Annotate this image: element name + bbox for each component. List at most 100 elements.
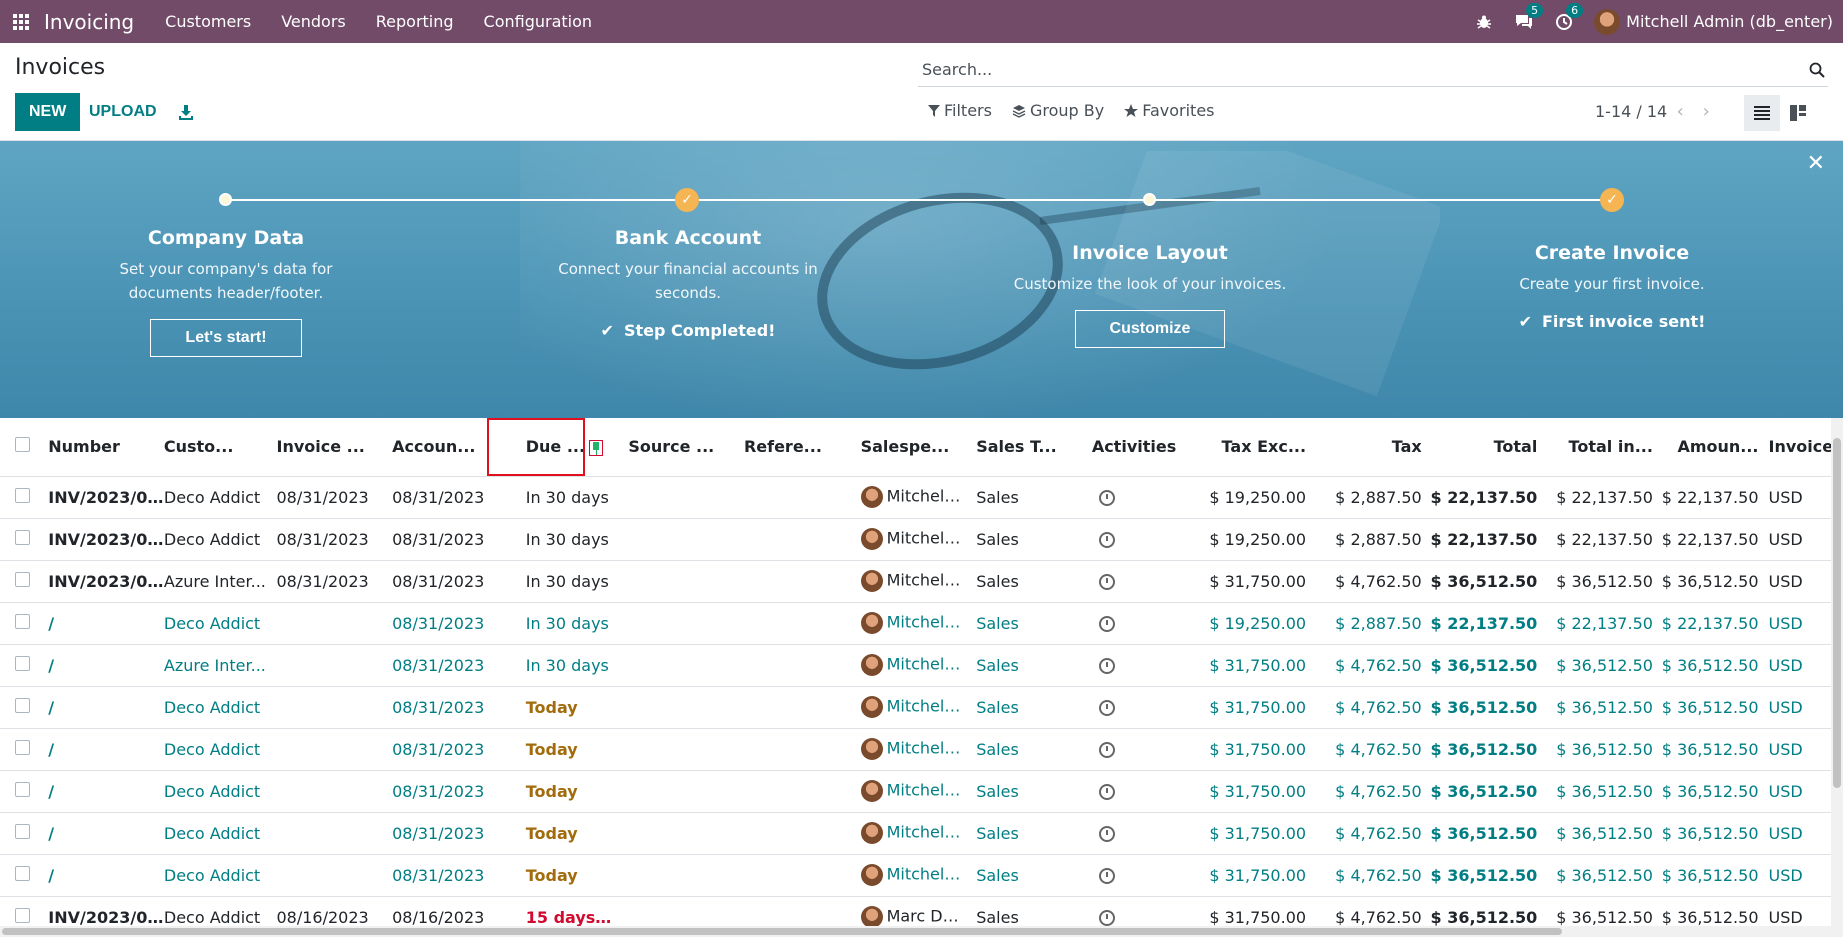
row-checkbox[interactable] xyxy=(15,865,30,881)
user-name: Mitchell Admin (db_enter) xyxy=(1626,12,1833,31)
table-row[interactable]: / Deco Addict 08/31/2023 Today Mitchell... Sa… xyxy=(0,686,1831,729)
activity-clock-icon[interactable] xyxy=(1098,868,1115,884)
column-customer[interactable]: Custo... xyxy=(163,418,277,477)
customize-button[interactable]: Customize xyxy=(1074,310,1226,348)
app-grid-icon[interactable] xyxy=(2,0,40,43)
column-due-date[interactable]: Due ... xyxy=(507,418,617,477)
column-tax[interactable]: Tax xyxy=(1310,418,1426,477)
cell-currency: USD xyxy=(1762,770,1831,813)
invoice-table: Number Custo... Invoice ... Accoun... Du… xyxy=(0,418,1831,926)
group-by-button[interactable]: Group By xyxy=(1012,101,1104,120)
user-menu[interactable]: Mitchell Admin (db_enter) xyxy=(1594,8,1833,35)
pager-next-icon[interactable]: › xyxy=(1693,101,1719,122)
table-row[interactable]: INV/2023/0... Deco Addict 08/16/2023 08/16/… xyxy=(0,896,1831,926)
row-checkbox[interactable] xyxy=(15,697,30,713)
column-tax-excluded[interactable]: Tax Exc... xyxy=(1179,418,1311,477)
pager-value[interactable]: 1-14 / 14 xyxy=(1595,102,1667,121)
activity-clock-icon[interactable] xyxy=(1098,574,1115,590)
activity-clock-icon[interactable] xyxy=(1098,742,1115,758)
activity-clock-icon[interactable] xyxy=(1098,910,1115,926)
cell-total-currency: $ 36,512.50 xyxy=(1541,728,1657,771)
cell-source xyxy=(616,476,732,519)
kanban-view-icon[interactable] xyxy=(1780,95,1816,131)
activity-clock-icon[interactable] xyxy=(1098,490,1115,506)
row-checkbox[interactable] xyxy=(15,571,30,587)
row-checkbox[interactable] xyxy=(15,739,30,755)
column-invoice-currency[interactable]: Invoice ... xyxy=(1762,418,1831,477)
cell-amount-due: $ 36,512.50 xyxy=(1656,812,1763,855)
column-number[interactable]: Number xyxy=(48,418,164,477)
pager-previous-icon[interactable]: ‹ xyxy=(1667,101,1693,122)
row-checkbox[interactable] xyxy=(15,907,30,923)
cell-number: / xyxy=(48,728,164,771)
cell-reference xyxy=(731,476,848,519)
upload-button[interactable]: UPLOAD xyxy=(84,93,162,131)
select-all-checkbox[interactable] xyxy=(15,437,30,453)
cell-salesperson: Mitchell... xyxy=(847,812,964,855)
row-checkbox[interactable] xyxy=(15,781,30,797)
cell-invoice-date: 08/16/2023 xyxy=(276,896,393,926)
favorites-button[interactable]: Favorites xyxy=(1124,101,1215,120)
search-icon[interactable] xyxy=(1806,59,1828,81)
table-row[interactable]: INV/2023/0... Deco Addict 08/31/2023 08/31/… xyxy=(0,476,1831,519)
activity-clock-icon[interactable] xyxy=(1098,784,1115,800)
cell-accounting-date: 08/16/2023 xyxy=(392,896,508,926)
table-row[interactable]: / Deco Addict 08/31/2023 Today Mitchell... Sa… xyxy=(0,812,1831,855)
cell-number: / xyxy=(48,812,164,855)
messages-icon[interactable]: 5 xyxy=(1504,0,1544,43)
column-accounting-date[interactable]: Accoun... xyxy=(392,418,508,477)
activity-clock-icon[interactable] xyxy=(1098,658,1115,674)
activity-clock-icon[interactable] xyxy=(1098,826,1115,842)
column-sales-team[interactable]: Sales T... xyxy=(963,418,1079,477)
salesperson-avatar xyxy=(860,570,883,592)
cell-customer: Deco Addict xyxy=(163,812,277,855)
cell-amount-due: $ 36,512.50 xyxy=(1656,728,1763,771)
list-view-icon[interactable] xyxy=(1744,95,1780,131)
menu-reporting[interactable]: Reporting xyxy=(361,0,469,43)
row-checkbox[interactable] xyxy=(15,487,30,503)
activities-badge: 6 xyxy=(1566,3,1584,18)
row-checkbox[interactable] xyxy=(15,655,30,671)
column-amount-due[interactable]: Amoun... xyxy=(1656,418,1763,477)
app-name[interactable]: Invoicing xyxy=(44,10,134,34)
search-input[interactable] xyxy=(918,60,1806,79)
vertical-scrollbar[interactable] xyxy=(1831,418,1843,926)
row-checkbox[interactable] xyxy=(15,529,30,545)
debug-bug-icon[interactable] xyxy=(1464,0,1504,43)
activities-clock-icon[interactable]: 6 xyxy=(1544,0,1584,43)
table-row[interactable]: / Azure Inter... 08/31/2023 In 30 days Mitch… xyxy=(0,644,1831,687)
lets-start-button[interactable]: Let's start! xyxy=(150,319,302,357)
cell-invoice-date: 08/31/2023 xyxy=(276,518,393,561)
new-button[interactable]: NEW xyxy=(15,93,81,131)
pin-icon[interactable] xyxy=(589,439,604,456)
cell-invoice-date: 08/31/2023 xyxy=(276,476,393,519)
messages-badge: 5 xyxy=(1526,3,1544,18)
activity-clock-icon[interactable] xyxy=(1098,532,1115,548)
row-checkbox[interactable] xyxy=(15,613,30,629)
horizontal-scrollbar[interactable] xyxy=(0,926,1843,937)
menu-vendors[interactable]: Vendors xyxy=(266,0,361,43)
column-total[interactable]: Total xyxy=(1425,418,1542,477)
menu-configuration[interactable]: Configuration xyxy=(469,0,608,43)
page-title[interactable]: Invoices xyxy=(15,55,105,80)
download-icon[interactable] xyxy=(175,93,197,131)
table-row[interactable]: / Deco Addict 08/31/2023 In 30 days Mitchell… xyxy=(0,602,1831,645)
filters-button[interactable]: Filters xyxy=(928,101,992,120)
table-row[interactable]: INV/2023/0... Deco Addict 08/31/2023 08/31/… xyxy=(0,518,1831,561)
activity-clock-icon[interactable] xyxy=(1098,616,1115,632)
table-row[interactable]: INV/2023/0... Azure Inter... 08/31/2023 08/… xyxy=(0,560,1831,603)
menu-customers[interactable]: Customers xyxy=(150,0,266,43)
column-activities[interactable]: Activities xyxy=(1078,418,1180,477)
table-row[interactable]: / Deco Addict 08/31/2023 Today Mitchell... Sa… xyxy=(0,854,1831,897)
column-invoice-date[interactable]: Invoice ... xyxy=(276,418,393,477)
column-total-currency[interactable]: Total in... xyxy=(1541,418,1657,477)
row-checkbox[interactable] xyxy=(15,823,30,839)
table-row[interactable]: / Deco Addict 08/31/2023 Today Mitchell... Sa… xyxy=(0,770,1831,813)
activity-clock-icon[interactable] xyxy=(1098,700,1115,716)
table-row[interactable]: / Deco Addict 08/31/2023 Today Mitchell... Sa… xyxy=(0,728,1831,771)
close-icon[interactable]: ✕ xyxy=(1807,151,1825,176)
cell-tax-excluded: $ 31,750.00 xyxy=(1179,560,1311,603)
column-source[interactable]: Source ... xyxy=(616,418,732,477)
column-salesperson[interactable]: Salespe... xyxy=(847,418,964,477)
column-reference[interactable]: Refere... xyxy=(731,418,848,477)
